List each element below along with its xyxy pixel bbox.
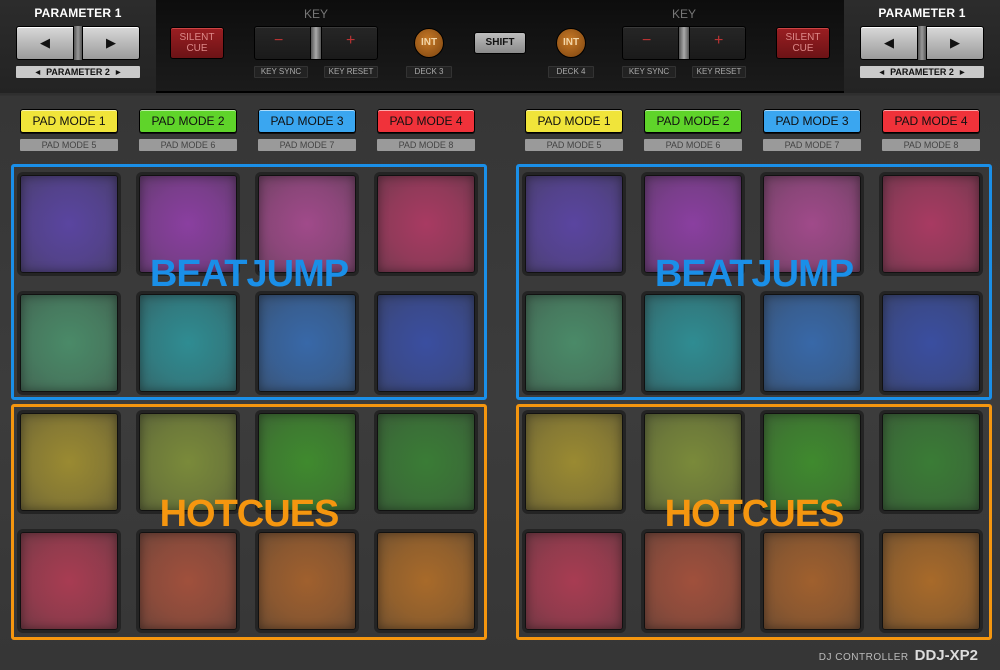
hotcues-label: HOTCUES bbox=[159, 493, 340, 535]
left-pad-mode-2-button[interactable]: PAD MODE 2 bbox=[139, 109, 237, 133]
left-key-plus-button[interactable]: + bbox=[346, 32, 355, 50]
deck-3-label: DECK 3 bbox=[406, 66, 452, 78]
model-name: DDJ-XP2 bbox=[914, 647, 978, 664]
left-deck-pads: BEATJUMP HOTCUES bbox=[10, 158, 494, 644]
right-int-button[interactable]: INT bbox=[556, 28, 586, 58]
right-key-minus-button[interactable]: − bbox=[642, 32, 651, 50]
left-key-slider-handle[interactable] bbox=[310, 26, 322, 60]
hotcues-zone: HOTCUES bbox=[516, 404, 992, 640]
right-param2-text: PARAMETER 2 bbox=[890, 67, 954, 77]
left-parameter-1-label: PARAMETER 1 bbox=[34, 6, 122, 20]
left-param-prev-button[interactable]: ◀ bbox=[17, 27, 73, 59]
right-pad-mode-4-button[interactable]: PAD MODE 4 bbox=[882, 109, 980, 133]
right-parameter-arrows: ◀ ▶ bbox=[860, 26, 984, 60]
right-pad-mode-2-button[interactable]: PAD MODE 2 bbox=[644, 109, 742, 133]
beatjump-zone: BEATJUMP bbox=[516, 164, 992, 400]
triangle-left-icon: ◀ bbox=[35, 69, 41, 76]
left-key-sync-label: KEY SYNC bbox=[254, 66, 308, 78]
controller-surface: PARAMETER 1 ◀ ▶ ◀ PARAMETER 2 ▶ SILENT CUE… bbox=[0, 0, 1000, 670]
left-pad-mode-8-label: PAD MODE 8 bbox=[377, 139, 475, 151]
deck-4-label: DECK 4 bbox=[548, 66, 594, 78]
left-pad-mode-4-button[interactable]: PAD MODE 4 bbox=[377, 109, 475, 133]
left-pad-mode-6-label: PAD MODE 6 bbox=[139, 139, 237, 151]
right-pad-mode-1-button[interactable]: PAD MODE 1 bbox=[525, 109, 623, 133]
model-footer: DJ CONTROLLER DDJ-XP2 bbox=[819, 647, 978, 664]
right-deck-pads: BEATJUMP HOTCUES bbox=[515, 158, 999, 644]
left-silent-cue-button[interactable]: SILENT CUE bbox=[170, 27, 224, 59]
triangle-left-icon: ◀ bbox=[879, 69, 885, 76]
left-parameter-2-label: ◀ PARAMETER 2 ▶ bbox=[16, 66, 140, 78]
beatjump-label: BEATJUMP bbox=[149, 253, 349, 295]
left-pad-mode-5-label: PAD MODE 5 bbox=[20, 139, 118, 151]
left-key-title: KEY bbox=[303, 7, 328, 21]
right-parameter-block: PARAMETER 1 ◀ ▶ ◀ PARAMETER 2 ▶ bbox=[844, 0, 1000, 93]
right-key-slider-handle[interactable] bbox=[678, 26, 690, 60]
right-silent-cue-button[interactable]: SILENT CUE bbox=[776, 27, 830, 59]
right-pad-mode-3-button[interactable]: PAD MODE 3 bbox=[763, 109, 861, 133]
hotcues-label: HOTCUES bbox=[664, 493, 845, 535]
right-pad-mode-5-label: PAD MODE 5 bbox=[525, 139, 623, 151]
left-parameter-arrows: ◀ ▶ bbox=[16, 26, 140, 60]
left-param-next-button[interactable]: ▶ bbox=[83, 27, 139, 59]
model-prefix: DJ CONTROLLER bbox=[818, 652, 909, 663]
param-divider bbox=[917, 26, 927, 60]
right-parameter-2-label: ◀ PARAMETER 2 ▶ bbox=[860, 66, 984, 78]
triangle-right-icon: ▶ bbox=[115, 69, 121, 76]
right-parameter-1-label: PARAMETER 1 bbox=[878, 6, 966, 20]
left-int-button[interactable]: INT bbox=[414, 28, 444, 58]
hotcues-zone: HOTCUES bbox=[11, 404, 487, 640]
left-pad-mode-1-button[interactable]: PAD MODE 1 bbox=[20, 109, 118, 133]
beatjump-label: BEATJUMP bbox=[654, 253, 854, 295]
left-parameter-block: PARAMETER 1 ◀ ▶ ◀ PARAMETER 2 ▶ bbox=[0, 0, 156, 93]
param-divider bbox=[73, 26, 83, 60]
left-param2-text: PARAMETER 2 bbox=[46, 67, 110, 77]
right-param-next-button[interactable]: ▶ bbox=[927, 27, 983, 59]
right-pad-mode-6-label: PAD MODE 6 bbox=[644, 139, 742, 151]
shift-button[interactable]: SHIFT bbox=[474, 32, 526, 54]
top-control-bar: PARAMETER 1 ◀ ▶ ◀ PARAMETER 2 ▶ SILENT CUE… bbox=[0, 0, 1000, 93]
beatjump-zone: BEATJUMP bbox=[11, 164, 487, 400]
left-pad-mode-3-button[interactable]: PAD MODE 3 bbox=[258, 109, 356, 133]
right-pad-mode-7-label: PAD MODE 7 bbox=[763, 139, 861, 151]
left-pad-mode-7-label: PAD MODE 7 bbox=[258, 139, 356, 151]
right-key-plus-button[interactable]: + bbox=[714, 32, 723, 50]
right-key-reset-label: KEY RESET bbox=[692, 66, 746, 78]
right-pad-mode-8-label: PAD MODE 8 bbox=[882, 139, 980, 151]
triangle-right-icon: ▶ bbox=[959, 69, 965, 76]
right-key-title: KEY bbox=[671, 7, 696, 21]
right-key-sync-label: KEY SYNC bbox=[622, 66, 676, 78]
right-param-prev-button[interactable]: ◀ bbox=[861, 27, 917, 59]
left-key-minus-button[interactable]: − bbox=[274, 32, 283, 50]
left-key-reset-label: KEY RESET bbox=[324, 66, 378, 78]
